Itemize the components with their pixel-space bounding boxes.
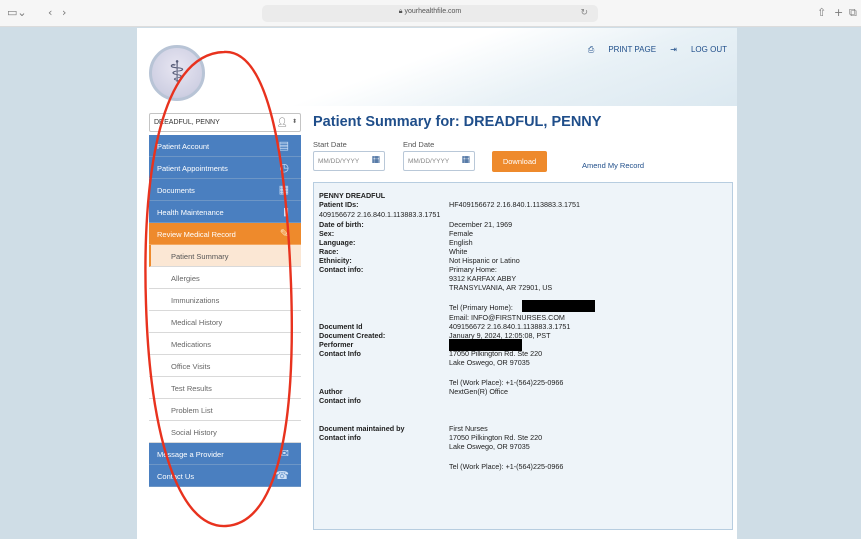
- author-value: NextGen(R) Office: [449, 387, 508, 396]
- maintainer-contact-label: Contact info: [319, 433, 361, 442]
- page-title: Patient Summary for: DREADFUL, PENNY: [313, 114, 602, 130]
- back-icon[interactable]: ‹: [48, 6, 52, 19]
- dob-value: December 21, 1969: [449, 220, 513, 229]
- maintained-by-value: First Nurses: [449, 424, 488, 433]
- patient-ids-label: Patient IDs:: [319, 200, 359, 209]
- race-label: Race:: [319, 247, 339, 256]
- reload-icon[interactable]: ↻: [580, 7, 588, 18]
- date-placeholder: MM/DD/YYYY: [408, 158, 450, 165]
- end-date-label: End Date: [403, 140, 435, 149]
- maintainer-address-2: Lake Oswego, OR 97035: [449, 442, 530, 451]
- end-date-input[interactable]: MM/DD/YYYY ▦: [403, 151, 475, 171]
- document-id-value: 409156672 2.16.840.1.113883.3.1751: [449, 322, 571, 331]
- email: Email: INFO@FIRSTNURSES.COM: [449, 313, 565, 322]
- language-value: English: [449, 238, 473, 247]
- dob-label: Date of birth:: [319, 220, 364, 229]
- patient-ids-wrap: 409156672 2.16.840.1.113883.3.1751: [319, 210, 441, 219]
- document-created-label: Document Created:: [319, 331, 386, 340]
- new-tab-icon[interactable]: +: [834, 6, 843, 19]
- amend-record-link[interactable]: Amend My Record: [582, 161, 644, 170]
- race-value: White: [449, 247, 468, 256]
- sidebar-toggle-icon[interactable]: ▭⌄: [7, 6, 27, 19]
- start-date-input[interactable]: MM/DD/YYYY ▦: [313, 151, 385, 171]
- sex-label: Sex:: [319, 229, 335, 238]
- performer-label: Performer: [319, 340, 354, 349]
- url-text: yourhealthfile.com: [404, 8, 462, 15]
- download-button[interactable]: Download: [492, 151, 547, 172]
- author-contact-label: Contact info: [319, 396, 361, 405]
- document-id-label: Document Id: [319, 322, 363, 331]
- printer-icon: ⎙: [587, 45, 595, 54]
- logout-icon: ⇥: [670, 45, 677, 54]
- annotation-ellipse: [144, 50, 293, 528]
- date-placeholder: MM/DD/YYYY: [318, 158, 360, 165]
- patient-name: PENNY DREADFUL: [319, 191, 386, 200]
- calendar-icon[interactable]: ▦: [371, 155, 380, 165]
- tabs-overview-icon[interactable]: ⧉: [849, 6, 857, 20]
- performer-tel: Tel (Work Place): +1-(564)225-0966: [449, 378, 564, 387]
- maintainer-address-1: 17050 Pilkington Rd. Ste 220: [449, 433, 543, 442]
- performer-contact-label: Contact Info: [319, 349, 361, 358]
- redaction-bar: [522, 300, 595, 312]
- author-label: Author: [319, 387, 343, 396]
- tel-primary-label: Tel (Primary Home):: [449, 303, 513, 312]
- address-bar[interactable]: 🔒︎ yourhealthfile.com ↻: [262, 5, 598, 22]
- maintained-by-label: Document maintained by: [319, 424, 405, 433]
- forward-icon[interactable]: ›: [62, 6, 66, 19]
- ethnicity-label: Ethnicity:: [319, 256, 352, 265]
- performer-address-2: Lake Oswego, OR 97035: [449, 358, 530, 367]
- share-icon[interactable]: ⇧: [817, 6, 826, 19]
- top-links: ⎙ PRINT PAGE ⇥ LOG OUT: [576, 45, 727, 55]
- maintainer-tel: Tel (Work Place): +1-(564)225-0966: [449, 462, 564, 471]
- sex-value: Female: [449, 229, 473, 238]
- contact-info-label: Contact info:: [319, 265, 364, 274]
- calendar-icon[interactable]: ▦: [461, 155, 470, 165]
- print-page-link[interactable]: ⎙ PRINT PAGE: [588, 45, 656, 54]
- address-line-1: 9312 KARFAX ABBY: [449, 274, 517, 283]
- patient-summary-panel: PENNY DREADFUL Patient IDs: HF409156672 …: [313, 182, 733, 530]
- ethnicity-value: Not Hispanic or Latino: [449, 256, 520, 265]
- lock-icon: 🔒︎: [398, 8, 403, 15]
- patient-ids-value: HF409156672 2.16.840.1.113883.3.1751: [449, 200, 580, 209]
- contact-type: Primary Home:: [449, 265, 497, 274]
- logout-link[interactable]: ⇥ LOG OUT: [670, 45, 727, 54]
- address-line-2: TRANSYLVANIA, AR 72901, US: [449, 283, 553, 292]
- start-date-label: Start Date: [313, 140, 347, 149]
- performer-address-1: 17050 Pilkington Rd. Ste 220: [449, 349, 543, 358]
- language-label: Language:: [319, 238, 356, 247]
- browser-toolbar: ▭⌄ ‹ › 🔒︎ yourhealthfile.com ↻ ⇧ + ⧉: [0, 0, 861, 27]
